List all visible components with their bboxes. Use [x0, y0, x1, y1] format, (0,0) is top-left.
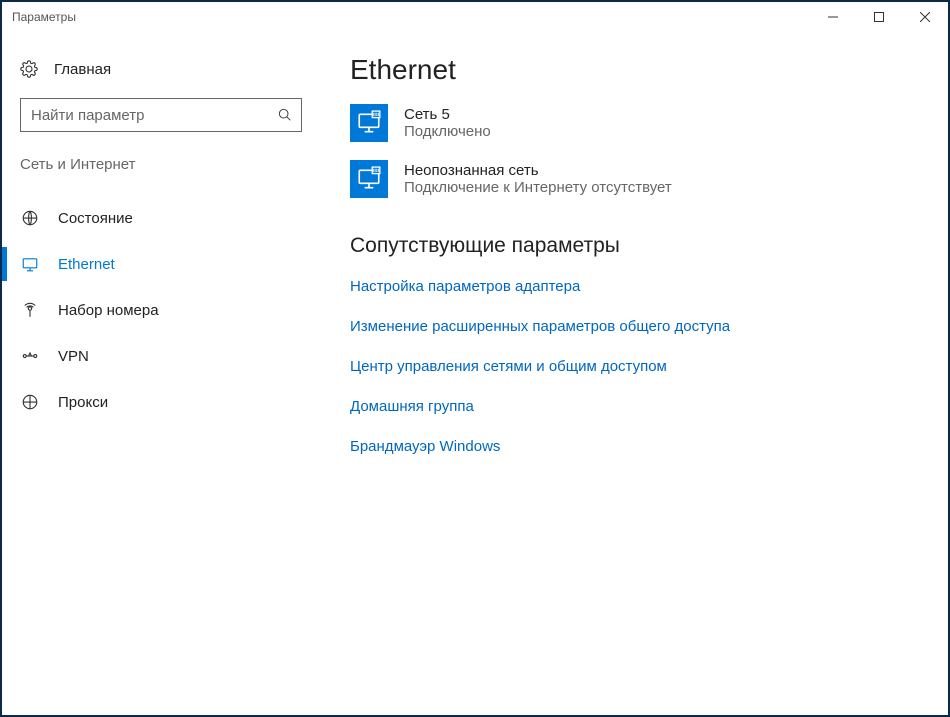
search-box[interactable]: [20, 98, 302, 132]
network-icon: [350, 160, 388, 198]
settings-window: Параметры Главная: [0, 0, 950, 717]
network-item[interactable]: Сеть 5 Подключено: [350, 104, 918, 142]
sidebar-item-label: Прокси: [58, 394, 108, 411]
sidebar: Главная Сеть и Интернет Состояние: [2, 32, 320, 713]
list-item: Домашняя группа: [350, 398, 918, 416]
list-item: Брандмауэр Windows: [350, 438, 918, 456]
sidebar-item-ethernet[interactable]: Ethernet: [2, 241, 320, 287]
ethernet-icon: [20, 255, 40, 273]
list-item: Настройка параметров адаптера: [350, 278, 918, 296]
network-item[interactable]: Неопознанная сеть Подключение к Интернет…: [350, 160, 918, 198]
home-label: Главная: [54, 61, 111, 78]
proxy-icon: [20, 393, 40, 411]
list-item: Изменение расширенных параметров общего …: [350, 318, 918, 336]
link-advanced-sharing[interactable]: Изменение расширенных параметров общего …: [350, 318, 730, 335]
gear-icon: [20, 60, 38, 78]
vpn-icon: [20, 347, 40, 365]
dialup-icon: [20, 301, 40, 319]
sidebar-item-proxy[interactable]: Прокси: [2, 379, 320, 425]
related-title: Сопутствующие параметры: [350, 234, 918, 258]
network-name: Неопознанная сеть: [404, 162, 672, 179]
network-status: Подключение к Интернету отсутствует: [404, 179, 672, 196]
globe-icon: [20, 209, 40, 227]
sidebar-category: Сеть и Интернет: [2, 150, 320, 179]
link-firewall[interactable]: Брандмауэр Windows: [350, 438, 500, 455]
window-title: Параметры: [2, 10, 76, 24]
sidebar-item-label: Состояние: [58, 210, 133, 227]
network-status: Подключено: [404, 123, 491, 140]
sidebar-item-status[interactable]: Состояние: [2, 195, 320, 241]
minimize-button[interactable]: [810, 2, 856, 31]
page-title: Ethernet: [350, 54, 918, 86]
close-button[interactable]: [902, 2, 948, 31]
window-controls: [810, 2, 948, 32]
sidebar-nav: Состояние Ethernet Набор номера: [2, 195, 320, 425]
sidebar-item-label: Ethernet: [58, 256, 115, 273]
link-homegroup[interactable]: Домашняя группа: [350, 398, 474, 415]
network-name: Сеть 5: [404, 106, 491, 123]
sidebar-item-label: VPN: [58, 348, 89, 365]
list-item: Центр управления сетями и общим доступом: [350, 358, 918, 376]
network-texts: Неопознанная сеть Подключение к Интернет…: [404, 162, 672, 196]
sidebar-item-dialup[interactable]: Набор номера: [2, 287, 320, 333]
link-network-center[interactable]: Центр управления сетями и общим доступом: [350, 358, 667, 375]
network-icon: [350, 104, 388, 142]
related-links: Настройка параметров адаптера Изменение …: [350, 278, 918, 456]
home-button[interactable]: Главная: [2, 52, 320, 86]
network-texts: Сеть 5 Подключено: [404, 106, 491, 140]
content: Главная Сеть и Интернет Состояние: [2, 32, 948, 713]
link-adapter-settings[interactable]: Настройка параметров адаптера: [350, 278, 580, 295]
maximize-button[interactable]: [856, 2, 902, 31]
sidebar-item-vpn[interactable]: VPN: [2, 333, 320, 379]
titlebar: Параметры: [2, 2, 948, 32]
sidebar-item-label: Набор номера: [58, 302, 159, 319]
search-wrap: [20, 98, 302, 132]
main-panel: Ethernet Сеть 5 Подключено Неопознанная …: [320, 32, 948, 713]
search-input[interactable]: [21, 99, 301, 131]
